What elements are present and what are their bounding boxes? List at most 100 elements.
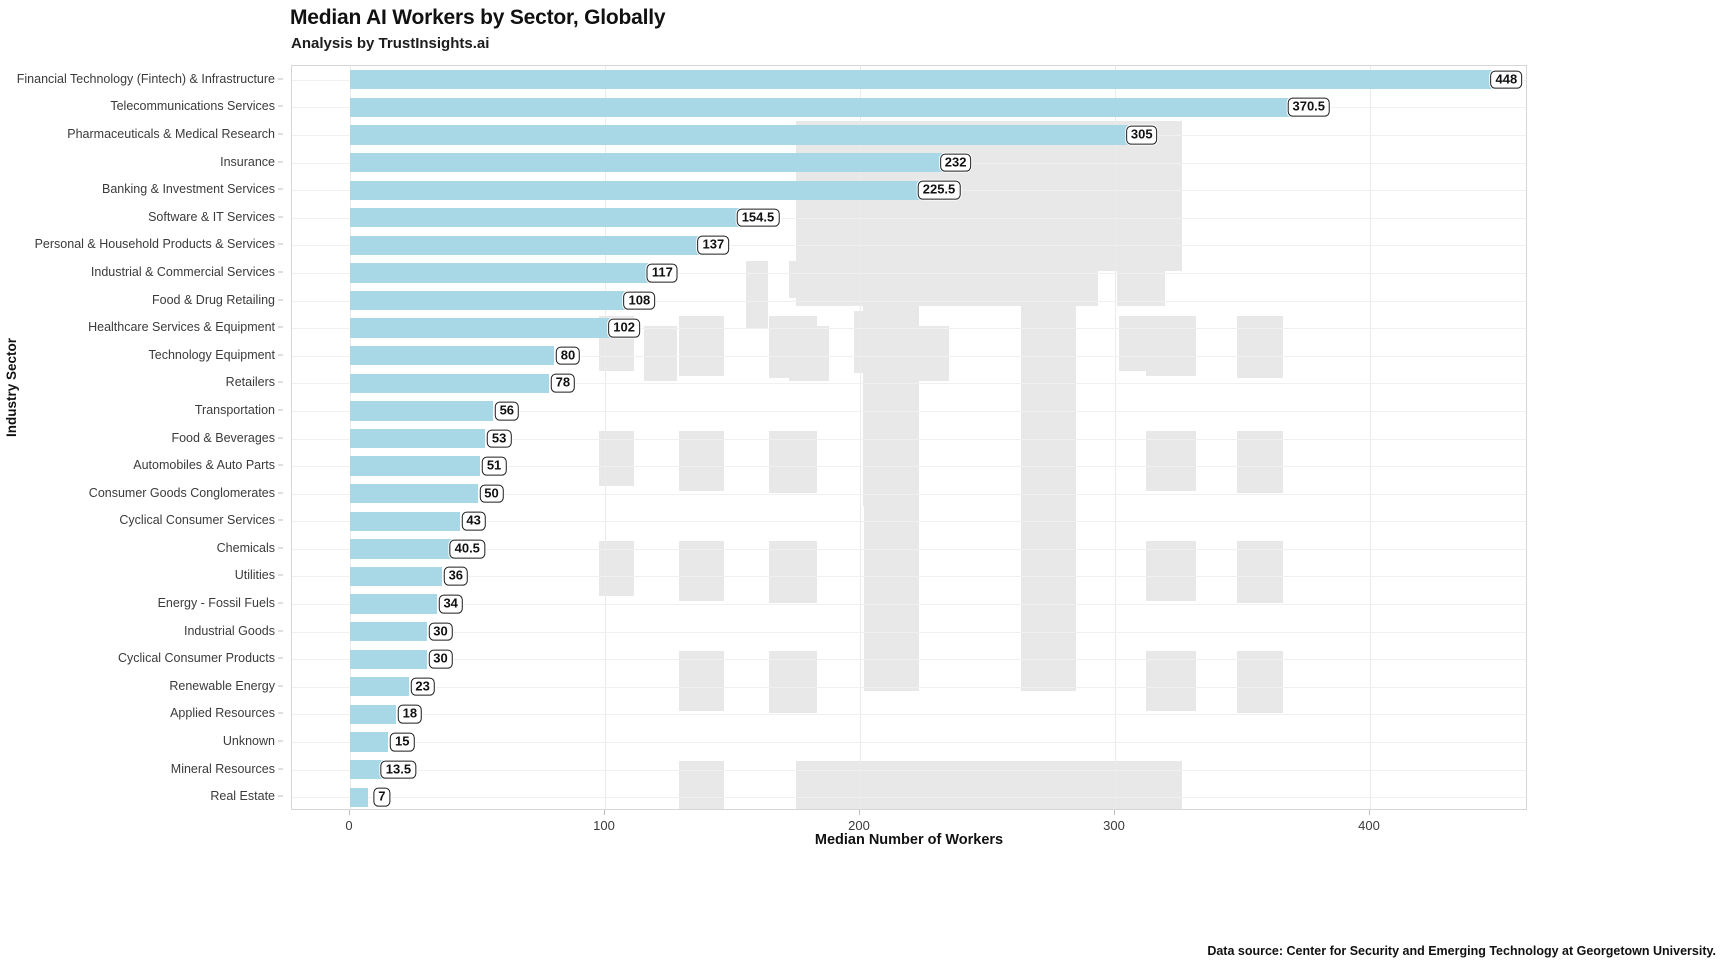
bar-value-label: 50 — [479, 484, 504, 503]
y-axis-tick-label: Cyclical Consumer Products — [118, 651, 275, 666]
y-axis-tick-label: Applied Resources — [170, 706, 275, 721]
y-axis-tick — [278, 354, 283, 356]
y-axis-tick — [278, 105, 283, 107]
y-axis-tick — [278, 299, 283, 301]
y-axis-tick — [278, 243, 283, 245]
page-title: Median AI Workers by Sector, Globally — [290, 6, 666, 29]
y-axis-tick — [278, 326, 283, 328]
x-axis-tick-label: 0 — [345, 818, 353, 833]
y-axis-tick-label: Telecommunications Services — [110, 99, 275, 114]
y-axis-tick — [278, 437, 283, 438]
y-axis-tick-label: Retailers — [225, 375, 275, 390]
bar-series — [292, 66, 1526, 809]
bar — [350, 456, 481, 476]
bar — [350, 621, 427, 642]
y-axis-tick-label: Cyclical Consumer Services — [119, 513, 275, 528]
bar-value-label: 56 — [494, 401, 520, 421]
y-axis-tick — [278, 630, 283, 632]
y-axis-tick-label: Automobiles & Auto Parts — [133, 458, 275, 473]
y-axis-tick-label: Personal & Household Products & Services — [34, 237, 275, 252]
x-axis-tick-label: 100 — [593, 818, 615, 833]
y-axis-tick-label: Real Estate — [210, 789, 275, 804]
x-axis-tick-label: 200 — [848, 818, 870, 833]
bar-value-label: 305 — [1125, 125, 1158, 145]
bar — [350, 539, 454, 559]
y-axis-tick-label: Insurance — [220, 154, 275, 169]
bar — [350, 97, 1295, 118]
bar-value-label: 154.5 — [736, 208, 780, 228]
bar — [350, 346, 554, 366]
bar-value-label: 117 — [646, 263, 678, 283]
bar — [350, 704, 396, 725]
bar-value-label: 370.5 — [1287, 98, 1331, 117]
bar — [350, 290, 626, 311]
x-axis-tick — [349, 810, 350, 815]
y-axis-tick — [278, 161, 283, 163]
bar-value-label: 102 — [608, 318, 640, 338]
y-axis-tick — [278, 657, 283, 659]
y-axis-tick — [278, 271, 283, 273]
y-axis-tick-label: Industrial Goods — [183, 623, 275, 638]
y-axis-tick — [278, 712, 283, 714]
y-axis-tick — [278, 78, 283, 80]
y-axis-tick-label: Healthcare Services & Equipment — [88, 320, 275, 335]
bar — [350, 732, 389, 752]
bar-value-label: 18 — [397, 705, 423, 724]
y-axis-tick-label: Transportation — [194, 402, 275, 417]
bar-value-label: 78 — [550, 373, 576, 393]
x-axis-tick-label: 300 — [1103, 818, 1125, 833]
y-axis-tick-label: Pharmaceuticals & Medical Research — [67, 126, 275, 141]
bar-value-label: 448 — [1490, 70, 1523, 90]
bar — [350, 235, 700, 255]
bar — [350, 373, 549, 393]
y-axis-tick — [278, 547, 283, 549]
bar-value-label: 108 — [623, 291, 656, 310]
x-axis-tick — [604, 810, 605, 815]
y-axis-tick-label: Food & Drug Retailing — [152, 292, 275, 307]
chart-subtitle: Analysis by TrustInsights.ai — [291, 35, 490, 52]
y-axis-tick-label: Financial Technology (Fintech) & Infrast… — [16, 71, 275, 86]
bar-value-label: 34 — [438, 594, 463, 614]
bar — [350, 125, 1128, 145]
bar — [350, 263, 649, 283]
bar-value-label: 225.5 — [917, 180, 961, 200]
bar-value-label: 137 — [697, 236, 730, 255]
bar-value-label: 7 — [373, 787, 391, 807]
y-axis-tick — [278, 216, 283, 218]
y-axis-tick-label: Mineral Resources — [170, 761, 275, 776]
bar — [350, 152, 942, 173]
bar-value-label: 30 — [428, 649, 453, 669]
bar-value-label: 53 — [486, 429, 512, 448]
bar-value-label: 13.5 — [380, 760, 417, 779]
bar-value-label: 23 — [410, 677, 435, 697]
y-axis-tick — [278, 464, 283, 466]
bar-value-label: 40.5 — [449, 539, 485, 559]
y-axis-tick-label: Utilities — [234, 568, 275, 583]
y-axis-tick-label: Software & IT Services — [148, 209, 275, 224]
data-source-note: Data source: Center for Security and Eme… — [1207, 944, 1716, 958]
bar — [350, 759, 385, 780]
y-axis-tick — [278, 188, 283, 190]
bar — [350, 428, 486, 449]
x-axis-tick — [1369, 810, 1370, 815]
x-axis-tick — [859, 810, 860, 815]
bar-value-label: 232 — [939, 153, 972, 172]
bar-value-label: 51 — [481, 456, 507, 476]
y-axis-tick — [278, 133, 283, 135]
bar-value-label: 43 — [461, 511, 486, 531]
bar — [350, 511, 460, 531]
y-axis-tick-label: Banking & Investment Services — [102, 182, 275, 197]
y-axis-tick-label: Energy - Fossil Fuels — [157, 596, 275, 611]
bar-value-label: 36 — [443, 567, 469, 586]
bar-value-label: 30 — [428, 622, 453, 641]
y-axis-tick-label: Industrial & Commercial Services — [90, 264, 275, 279]
y-axis-tick — [278, 602, 283, 604]
bar — [350, 787, 368, 807]
y-axis-tick — [278, 685, 283, 687]
bar — [350, 180, 926, 200]
x-axis-title: Median Number of Workers — [814, 832, 1004, 848]
y-axis-tick — [278, 381, 283, 383]
bar-value-label: 15 — [390, 732, 415, 752]
y-axis-tick — [278, 519, 283, 521]
y-axis-tick-label: Technology Equipment — [148, 347, 275, 362]
